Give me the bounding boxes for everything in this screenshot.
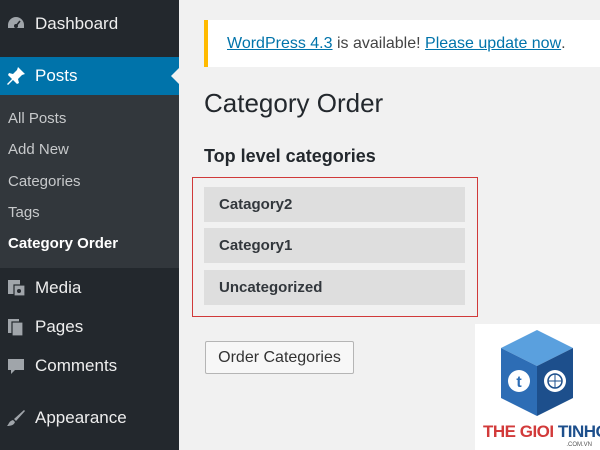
submenu-category-order[interactable]: Category Order [8, 235, 118, 252]
menu-label-comments: Comments [35, 356, 118, 375]
menu-label-dashboard: Dashboard [35, 14, 119, 33]
menu-item-pages[interactable]: Pages [0, 307, 179, 347]
watermark-logo: t THE GIOI TINHOC .COM.VN [475, 324, 600, 450]
admin-sidebar: Dashboard Posts All Posts Add New Catego… [0, 0, 179, 450]
menu-item-dashboard[interactable]: Dashboard [0, 4, 179, 44]
menu-item-posts[interactable]: Posts [0, 57, 179, 95]
menu-item-media[interactable]: Media [0, 268, 179, 308]
pages-icon [6, 317, 26, 337]
menu-label-media: Media [35, 278, 82, 297]
category-item[interactable]: Catagory2 [204, 187, 465, 222]
submenu-all-posts[interactable]: All Posts [8, 110, 66, 127]
menu-label-appearance: Appearance [35, 408, 127, 427]
menu-label-posts: Posts [35, 66, 78, 85]
watermark-text: THE GIOI TINHOC [483, 422, 600, 442]
dashboard-icon [6, 14, 26, 34]
notice-end: . [561, 34, 566, 52]
section-title: Top level categories [204, 146, 376, 166]
media-icon [6, 278, 26, 298]
order-categories-button[interactable]: Order Categories [205, 341, 354, 374]
posts-submenu: All Posts Add New Categories Tags Catego… [0, 95, 179, 268]
submenu-add-new[interactable]: Add New [8, 141, 69, 158]
brush-icon [6, 408, 26, 428]
menu-item-comments[interactable]: Comments [0, 346, 179, 386]
watermark-subtext: .COM.VN [566, 442, 592, 448]
update-notice: WordPress 4.3 is available! Please updat… [204, 20, 600, 67]
menu-label-pages: Pages [35, 317, 84, 336]
submenu-categories[interactable]: Categories [8, 173, 81, 190]
submenu-tags[interactable]: Tags [8, 204, 40, 221]
logo-cube-icon: t [501, 330, 573, 416]
watermark-text-blue: TINHOC [557, 422, 600, 441]
menu-item-appearance[interactable]: Appearance [0, 398, 179, 438]
page-title: Category Order [204, 88, 384, 118]
pin-icon [6, 66, 26, 86]
update-now-link[interactable]: Please update now [425, 35, 561, 53]
watermark-text-red: THE GIOI [483, 422, 558, 441]
comment-icon [6, 356, 26, 376]
svg-text:t: t [516, 374, 522, 391]
category-item[interactable]: Uncategorized [204, 270, 465, 305]
notice-text: is available! [332, 34, 426, 52]
category-item[interactable]: Category1 [204, 228, 465, 263]
wordpress-version-link[interactable]: WordPress 4.3 [227, 35, 333, 53]
